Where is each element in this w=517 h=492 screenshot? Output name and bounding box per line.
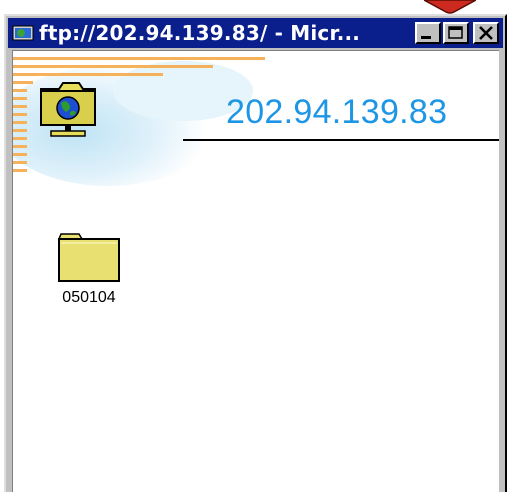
maximize-button[interactable] <box>443 22 469 44</box>
window-title: ftp://202.94.139.83/ - Micr... <box>39 21 361 45</box>
maximize-icon <box>448 26 463 39</box>
folder-label: 050104 <box>62 289 116 306</box>
minimize-button[interactable] <box>415 22 441 44</box>
explorer-window: ftp://202.94.139.83/ - Micr... 202.94.13… <box>4 14 507 492</box>
folder-view[interactable]: 202.94.139.83 050104 <box>12 50 499 492</box>
red-arrow-tip-icon <box>424 0 476 14</box>
list-item[interactable]: 050104 <box>49 231 129 307</box>
folder-icon <box>57 233 120 282</box>
title-bar[interactable]: ftp://202.94.139.83/ - Micr... <box>8 18 503 48</box>
ie-page-icon <box>12 25 34 41</box>
close-button[interactable] <box>473 22 499 44</box>
minimize-icon <box>421 36 431 39</box>
close-icon <box>479 26 493 40</box>
page-title: 202.94.139.83 <box>226 93 448 131</box>
header-divider <box>183 139 499 141</box>
network-globe-folder-icon <box>40 82 96 137</box>
